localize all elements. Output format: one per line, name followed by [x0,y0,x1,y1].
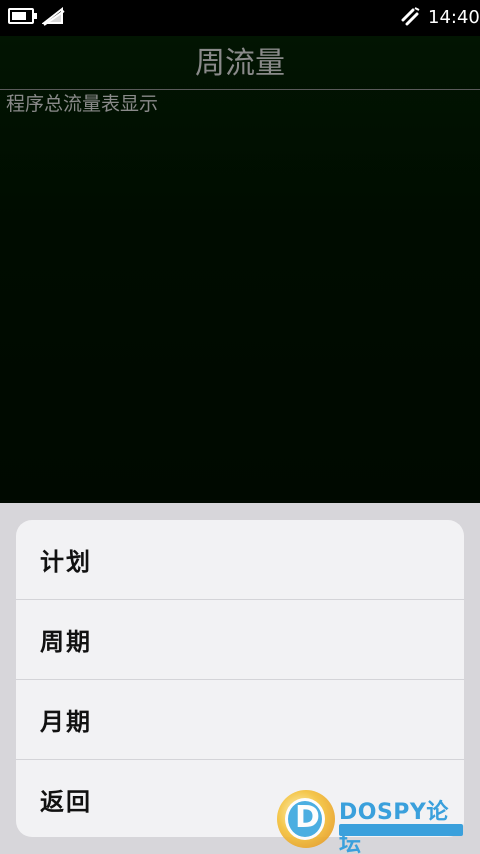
app-content: 周流量 程序总流量表显示 [0,36,480,504]
menu-item-month[interactable]: 月期 [16,680,464,759]
dospy-logo-icon: D [277,790,335,848]
status-time: 14:40 [428,7,480,28]
dospy-watermark: D DOSPY论坛 [277,788,467,854]
signal-off-icon [42,7,65,26]
chart-caption: 程序总流量表显示 [6,93,159,115]
menu-item-week[interactable]: 周期 [16,600,464,679]
page-title: 周流量 [195,46,285,81]
logo-letter: D [295,800,320,835]
watermark-tagline-bar [339,824,463,836]
battery-icon [8,8,37,24]
title-divider [0,89,480,90]
menu-item-plan[interactable]: 计划 [16,520,464,599]
status-bar: 14:40 [0,0,480,36]
network-icon [401,7,420,26]
